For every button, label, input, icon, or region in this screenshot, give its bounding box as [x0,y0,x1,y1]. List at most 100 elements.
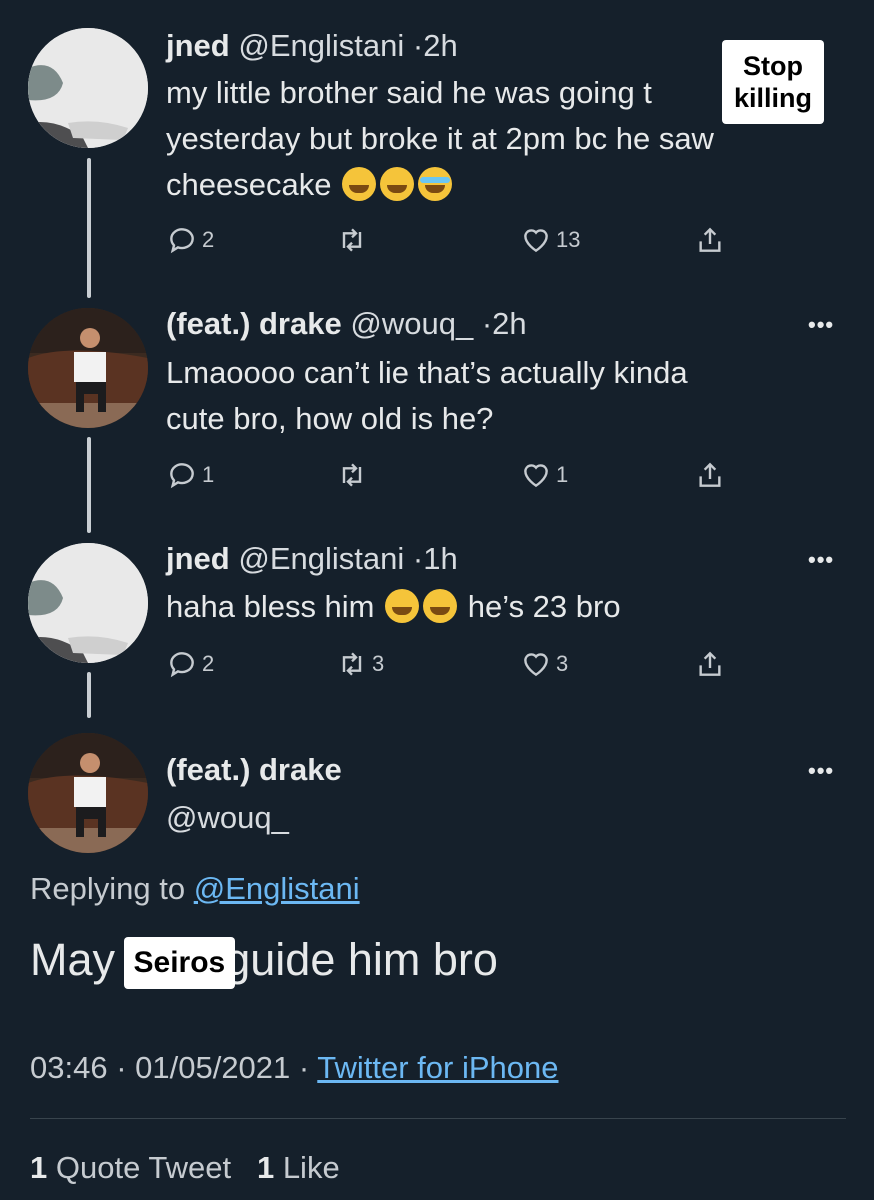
avatar-image [28,543,148,663]
tweet-text: haha bless him he’s 23 bro [166,584,816,630]
like-icon [524,653,548,677]
tweet-header: (feat.) drake @wouq_ ·2h [166,306,527,342]
separator-dot: · [412,541,424,576]
tweet-time[interactable]: 1h [423,541,457,576]
sobbing-emoji [418,167,453,201]
tweet-text-segment: he’s 23 bro [467,589,621,624]
separator-dot: · [412,28,424,63]
tweet-text-line: my little brother said he was going t [166,75,652,110]
tweet-text-line: Lmaoooo can’t lie that’s actually kinda [166,355,688,390]
thread-line [87,672,91,718]
share-icon [699,462,721,487]
crying-laughing-emoji [342,167,377,201]
more-icon[interactable]: ••• [808,547,834,573]
avatar[interactable] [28,733,148,853]
reply-button[interactable]: 2 [166,224,214,256]
main-display-name[interactable]: (feat.) drake [166,752,342,788]
tweet-text: Lmaoooo can’t lie that’s actually kinda … [166,350,816,442]
user-handle[interactable]: @wouq_ [350,306,473,341]
likes-link[interactable]: 1 Like [257,1150,340,1185]
main-tweet-text: May Seirosguide him bro [30,932,498,989]
main-text-before: May [30,934,116,985]
avatar[interactable] [28,543,148,663]
more-icon[interactable]: ••• [808,312,834,338]
overlay-line: Stop [743,51,803,81]
reply-icon [170,652,194,678]
crying-laughing-emoji [385,589,420,623]
retweet-button[interactable] [336,224,372,256]
like-button[interactable]: 13 [520,224,580,256]
retweet-icon [342,228,362,252]
reply-count: 1 [202,462,215,487]
display-name[interactable]: jned [166,28,230,63]
avatar-image [28,28,148,148]
like-count: 13 [556,227,581,252]
like-count: 3 [556,651,569,676]
quote-count: 1 [30,1150,48,1185]
like-icon [524,229,548,253]
reply-button[interactable]: 2 [166,648,214,680]
quote-tweets-link[interactable]: 1 Quote Tweet [30,1150,231,1185]
reply-icon [170,463,194,489]
crying-laughing-emoji [380,167,415,201]
tweet-text-segment: cheesecake [166,167,332,202]
quote-label: Quote Tweet [55,1150,232,1185]
tweet-time[interactable]: 2h [492,306,526,341]
more-icon[interactable]: ••• [808,758,834,784]
thread-line [87,158,91,298]
tweet-timestamp: 03:46 · 01/05/2021 · [30,1050,310,1085]
retweet-icon [342,652,362,676]
retweet-button[interactable] [336,459,372,491]
user-handle[interactable]: @Englistani [238,541,404,576]
engagement-stats: 1 Quote Tweet 1 Like [30,1150,340,1186]
tweet-header: jned @Englistani ·2h [166,28,458,64]
like-count: 1 [256,1150,275,1185]
tweet-actions: 2 3 3 [166,648,746,684]
reply-count: 2 [202,651,215,676]
share-button[interactable] [694,459,726,491]
share-button[interactable] [694,648,726,680]
share-icon [699,227,721,252]
reply-icon [170,228,194,254]
divider [30,1118,846,1119]
tweet-time[interactable]: 2h [423,28,457,63]
separator-dot: · [481,306,493,341]
display-name[interactable]: (feat.) drake [166,306,342,341]
retweet-count: 3 [372,651,385,676]
avatar-image [28,308,148,428]
replying-prefix: Replying to [30,871,186,906]
like-count: 1 [556,462,569,487]
like-label: Like [282,1150,340,1185]
reply-button[interactable]: 1 [166,459,214,491]
thread-line [87,437,91,533]
replying-handle-link[interactable]: @Englistani [194,871,360,906]
main-user-handle[interactable]: @wouq_ [166,800,289,836]
avatar[interactable] [28,308,148,428]
tweet-text-segment: haha bless him [166,589,375,624]
crying-laughing-emoji [423,589,458,623]
main-text-after: guide him bro [225,934,498,985]
share-icon [699,651,721,676]
tweet-text-line: yesterday but broke it at 2pm bc he saw [166,121,714,156]
avatar-image [28,733,148,853]
overlay-line: killing [733,83,812,113]
tweet-timestamp-row: 03:46 · 01/05/2021 · Twitter for iPhone [30,1050,559,1086]
retweet-icon [342,463,362,487]
avatar[interactable] [28,28,148,148]
overlay-caption: Stop killing [722,40,824,124]
tweet-text-line: cheesecake [166,162,816,208]
source-link[interactable]: Twitter for iPhone [317,1050,558,1085]
display-name[interactable]: jned [166,541,230,576]
replying-to: Replying to @Englistani [30,871,360,907]
like-button[interactable]: 1 [520,459,568,491]
like-button[interactable]: 3 [520,648,568,680]
retweet-button[interactable]: 3 [336,648,384,680]
user-handle[interactable]: @Englistani [238,28,404,63]
tweet-actions: 2 13 [166,224,746,260]
censor-label: Seiros [123,937,236,989]
tweet-text-line: cute bro, how old is he? [166,401,494,436]
share-button[interactable] [694,224,726,256]
like-icon [524,464,548,488]
tweet-header: jned @Englistani ·1h [166,541,458,577]
tweet-text: my little brother said he was going t ye… [166,70,816,208]
